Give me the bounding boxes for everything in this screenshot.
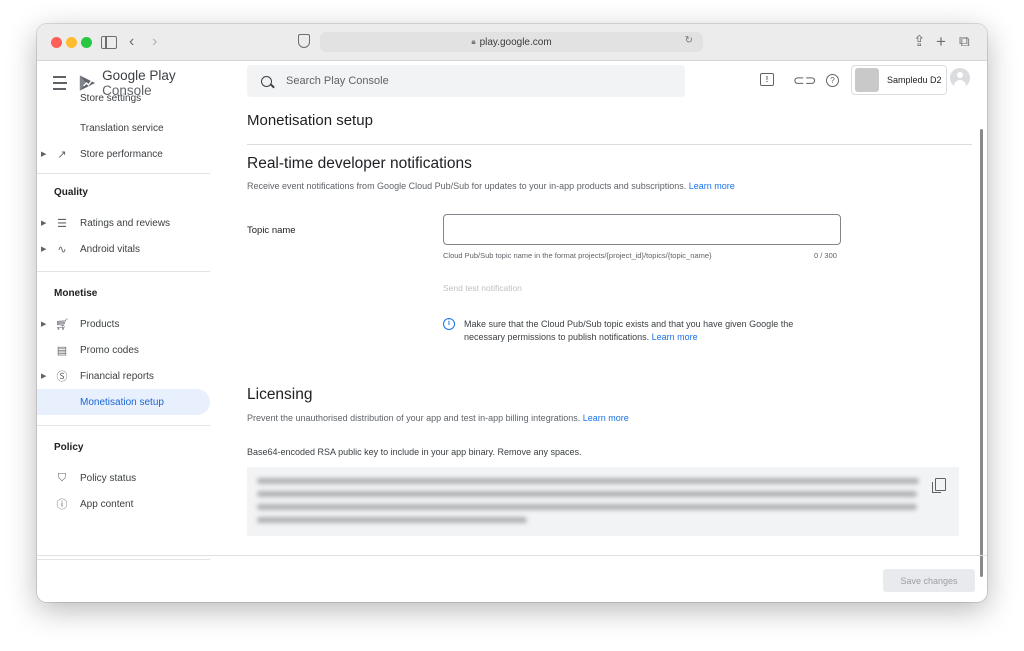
section-title-licensing: Licensing <box>247 386 313 403</box>
divider <box>247 144 972 145</box>
page-title: Monetisation setup <box>247 112 373 129</box>
sidebar-item-android-vitals[interactable]: ▶ ∿ Android vitals <box>37 236 210 262</box>
sidebar-item-label: Ratings and reviews <box>80 217 171 229</box>
privacy-shield-icon[interactable] <box>298 34 310 48</box>
divider <box>37 271 210 272</box>
vitals-pulse-icon: ∿ <box>57 243 67 256</box>
tab-overview-icon[interactable]: ⧉ <box>959 33 970 51</box>
section-description-licensing: Prevent the unauthorised distribution of… <box>247 413 629 423</box>
divider <box>37 559 210 560</box>
sidebar-item-label: Products <box>80 318 120 330</box>
sidebar-item-policy-status[interactable]: ⛉ Policy status <box>37 465 210 491</box>
rsa-key-label: Base64-encoded RSA public key to include… <box>247 447 582 457</box>
sidebar-item-app-content[interactable]: ⓘ App content <box>37 491 210 517</box>
maximize-window-button[interactable] <box>81 37 92 48</box>
section-heading-quality: Quality <box>54 187 88 198</box>
redacted-key-line <box>257 478 919 484</box>
back-icon[interactable]: ‹ <box>129 33 134 51</box>
address-bar[interactable]: 🔒︎ play.google.com ↻ <box>320 32 703 52</box>
topic-helper-text: Cloud Pub/Sub topic name in the format p… <box>443 251 712 260</box>
topic-name-input[interactable] <box>443 214 841 245</box>
sidebar-item-promo-codes[interactable]: ▤ Promo codes <box>37 337 210 363</box>
sidebar-item-label: Monetisation setup <box>80 396 164 408</box>
expand-caret-icon[interactable]: ▶ <box>41 219 46 227</box>
sidebar-item-label: Policy status <box>80 472 137 484</box>
store-icon: ▤ <box>56 344 68 357</box>
browser-titlebar: ‹ › 🔒︎ play.google.com ↻ ⇪ + ⧉ <box>37 24 987 61</box>
sidebar-item-label: Promo codes <box>80 344 139 356</box>
close-window-button[interactable] <box>51 37 62 48</box>
share-icon[interactable]: ⇪ <box>913 33 926 51</box>
sidebar-item-label: App content <box>80 498 134 510</box>
help-icon[interactable]: ? <box>826 74 839 87</box>
send-test-notification-button[interactable]: Send test notification <box>443 283 522 293</box>
licensing-learn-more-link[interactable]: Learn more <box>583 413 629 423</box>
info-notice: i Make sure that the Cloud Pub/Sub topic… <box>443 318 833 344</box>
sidebar-item-monetisation-setup[interactable]: Monetisation setup <box>37 389 210 415</box>
copy-icon[interactable] <box>932 478 946 493</box>
sidebar-item-store-performance[interactable]: ▶ ↗ Store performance <box>37 141 210 167</box>
sidebar-item-label: Financial reports <box>80 370 154 382</box>
reviews-icon: ☰ <box>57 217 67 230</box>
menu-icon[interactable] <box>53 76 68 90</box>
developer-account-switcher[interactable]: Sampledu D2 <box>851 65 947 95</box>
expand-caret-icon[interactable]: ▶ <box>41 245 46 253</box>
section-title-rtdn: Real-time developer notifications <box>247 155 472 172</box>
section-description-rtdn: Receive event notifications from Google … <box>247 181 735 191</box>
sidebar-item-label: Store performance <box>80 148 163 160</box>
section-heading-policy: Policy <box>54 442 84 453</box>
rsa-public-key-box[interactable] <box>247 467 959 536</box>
expand-caret-icon[interactable]: ▶ <box>41 320 46 328</box>
sidebar-item-translation-service[interactable]: Translation service <box>37 115 210 141</box>
scrollbar[interactable] <box>980 129 983 577</box>
sidebar-item-label: Android vitals <box>80 243 141 255</box>
account-thumbnail <box>855 68 879 92</box>
expand-caret-icon[interactable]: ▶ <box>41 372 46 380</box>
sidebar: Google Play Console Store settings Trans… <box>37 61 222 602</box>
footer-divider <box>37 555 987 556</box>
link-icon[interactable]: ⊂⊃ <box>793 72 816 88</box>
sidebar-item-financial-reports[interactable]: ▶ Ⓢ Financial reports <box>37 363 210 389</box>
forward-icon[interactable]: › <box>152 33 157 51</box>
info-learn-more-link[interactable]: Learn more <box>652 332 698 342</box>
divider <box>37 425 210 426</box>
url-text: play.google.com <box>479 36 552 48</box>
minimize-window-button[interactable] <box>66 37 77 48</box>
sidebar-item-store-settings[interactable]: Store settings <box>37 90 210 106</box>
divider <box>37 173 210 174</box>
browser-window: ‹ › 🔒︎ play.google.com ↻ ⇪ + ⧉ Google Pl… <box>37 24 987 602</box>
sidebar-item-ratings-and-reviews[interactable]: ▶ ☰ Ratings and reviews <box>37 210 210 236</box>
reload-icon[interactable]: ↻ <box>685 35 693 46</box>
sidebar-item-label: Store settings <box>80 92 142 104</box>
redacted-key-line <box>257 517 527 523</box>
feedback-icon[interactable]: ! <box>760 73 774 86</box>
redacted-key-line <box>257 504 917 510</box>
save-changes-button[interactable]: Save changes <box>883 569 975 592</box>
search-placeholder: Search Play Console <box>286 75 389 87</box>
shield-check-icon: ⛉ <box>57 471 67 484</box>
new-tab-icon[interactable]: + <box>936 33 946 51</box>
info-icon: i <box>443 318 455 330</box>
trending-up-icon: ↗ <box>57 148 67 161</box>
sidebar-item-products[interactable]: ▶ 🛒︎ Products <box>37 311 210 337</box>
info-shield-icon: ⓘ <box>56 499 68 511</box>
lock-icon: 🔒︎ <box>471 37 476 46</box>
character-counter: 0 / 300 <box>814 251 837 260</box>
dollar-icon: Ⓢ <box>56 371 68 383</box>
cart-icon: 🛒︎ <box>55 318 69 331</box>
section-heading-monetise: Monetise <box>54 288 98 299</box>
learn-more-link[interactable]: Learn more <box>689 181 735 191</box>
avatar[interactable] <box>950 68 970 88</box>
expand-caret-icon[interactable]: ▶ <box>41 150 46 158</box>
search-icon <box>261 75 272 87</box>
account-name: Sampledu D2 <box>887 75 942 85</box>
redacted-key-line <box>257 491 917 497</box>
topic-name-label: Topic name <box>247 225 296 236</box>
search-bar[interactable]: Search Play Console <box>247 65 685 97</box>
sidebar-item-label: Translation service <box>80 122 164 134</box>
sidebar-toggle-icon[interactable] <box>101 36 117 49</box>
